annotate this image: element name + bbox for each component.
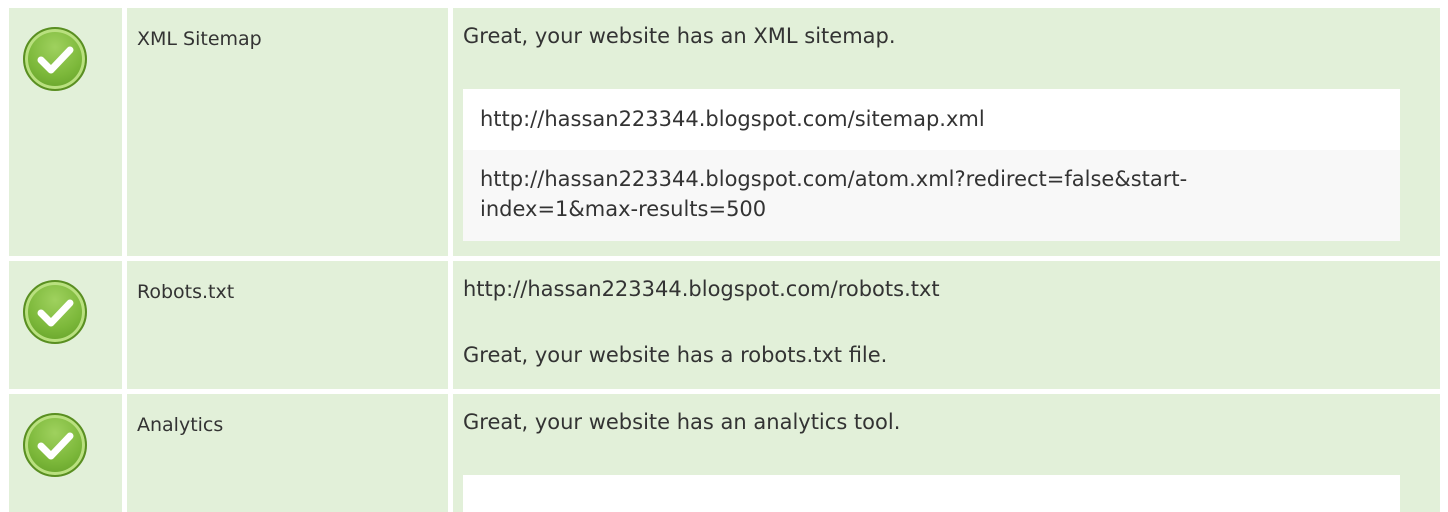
content-cell: Great, your website has an analytics too… bbox=[453, 394, 1440, 512]
row-xml-sitemap: XML Sitemap Great, your website has an X… bbox=[9, 8, 1440, 256]
analytics-tool-item bbox=[463, 475, 1400, 512]
row-label: Robots.txt bbox=[137, 281, 235, 303]
content-cell: Great, your website has an XML sitemap. … bbox=[453, 8, 1440, 256]
sitemap-url: http://hassan223344.blogspot.com/sitemap… bbox=[480, 107, 985, 131]
label-cell: XML Sitemap bbox=[127, 8, 448, 256]
sitemap-url-continued: index=1&max-results=500 bbox=[480, 197, 767, 221]
label-cell: Robots.txt bbox=[127, 261, 448, 389]
status-message: Great, your website has a robots.txt fil… bbox=[463, 343, 888, 367]
robots-url: http://hassan223344.blogspot.com/robots.… bbox=[463, 277, 940, 301]
status-cell bbox=[9, 8, 122, 256]
check-circle-icon bbox=[23, 280, 87, 344]
status-message: Great, your website has an XML sitemap. bbox=[463, 24, 896, 48]
row-label: XML Sitemap bbox=[137, 28, 262, 50]
row-analytics: Analytics Great, your website has an ana… bbox=[9, 394, 1440, 512]
row-label: Analytics bbox=[137, 414, 224, 436]
label-cell: Analytics bbox=[127, 394, 448, 512]
sitemap-url-item: http://hassan223344.blogspot.com/atom.xm… bbox=[463, 150, 1400, 241]
status-message: Great, your website has an analytics too… bbox=[463, 410, 901, 434]
status-cell bbox=[9, 394, 122, 512]
check-circle-icon bbox=[23, 413, 87, 477]
check-circle-icon bbox=[23, 27, 87, 91]
content-cell: http://hassan223344.blogspot.com/robots.… bbox=[453, 261, 1440, 389]
row-robots-txt: Robots.txt http://hassan223344.blogspot.… bbox=[9, 261, 1440, 389]
status-cell bbox=[9, 261, 122, 389]
sitemap-url-item: http://hassan223344.blogspot.com/sitemap… bbox=[463, 89, 1400, 150]
sitemap-url: http://hassan223344.blogspot.com/atom.xm… bbox=[480, 167, 1188, 191]
